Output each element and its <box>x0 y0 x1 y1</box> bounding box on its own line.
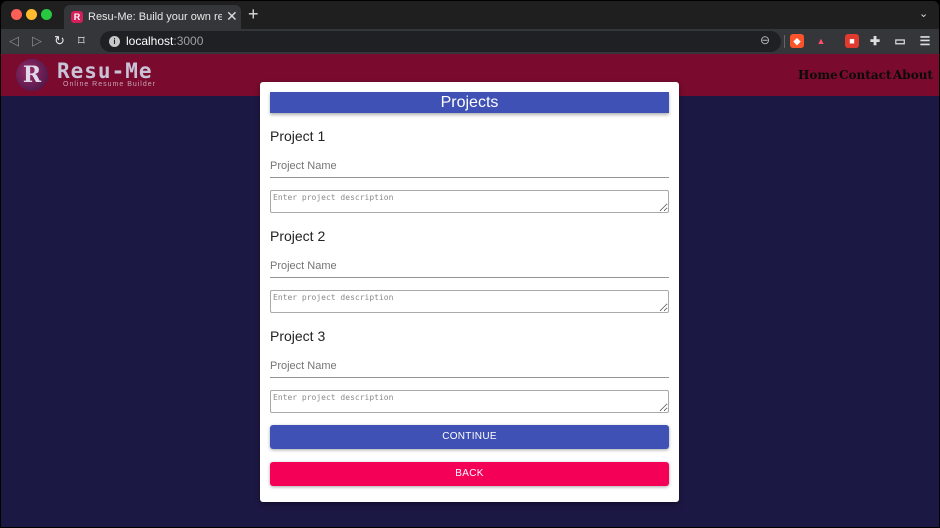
project-2-heading: Project 2 <box>270 228 326 244</box>
projects-form-card: Projects Project 1 Project Name Project … <box>260 82 679 502</box>
tab-search-chevron-icon[interactable]: ⌄ <box>919 7 928 20</box>
brave-shield-icon[interactable]: ◆ <box>790 34 804 48</box>
tab-title: Resu-Me: Build your own resume <box>88 11 222 23</box>
nav-contact-link[interactable]: Contact <box>839 68 891 82</box>
close-tab-icon[interactable]: ✕ <box>226 8 238 24</box>
project-1-description-input[interactable] <box>270 190 669 213</box>
brave-rewards-icon[interactable]: ▲ <box>814 34 828 48</box>
project-1-name-input[interactable]: Project Name <box>270 160 669 178</box>
nav-about-link[interactable]: About <box>893 68 933 82</box>
wallet-icon[interactable]: ▭ <box>893 34 907 48</box>
maximize-window-button[interactable] <box>41 9 52 20</box>
back-button[interactable]: BACK <box>270 462 669 486</box>
project-3-name-placeholder: Project Name <box>270 360 337 372</box>
browser-tab[interactable]: R Resu-Me: Build your own resume ✕ <box>64 5 241 29</box>
nav-home-link[interactable]: Home <box>798 68 838 82</box>
browser-toolbar: ◁ ▷ ↻ ⌑ i localhost:3000 ⊖ ◆ ▲ ■ ✚ ▭ ☰ <box>1 29 939 54</box>
url-text: localhost:3000 <box>126 34 204 48</box>
project-1-heading: Project 1 <box>270 128 326 144</box>
form-title: Projects <box>270 92 669 113</box>
toolbar-divider <box>784 35 785 48</box>
back-icon[interactable]: ◁ <box>9 33 19 49</box>
project-3-heading: Project 3 <box>270 328 326 344</box>
project-2-name-placeholder: Project Name <box>270 260 337 272</box>
menu-icon[interactable]: ☰ <box>918 34 932 48</box>
favicon-icon: R <box>71 11 83 23</box>
project-2-name-input[interactable]: Project Name <box>270 260 669 278</box>
minimize-window-button[interactable] <box>26 9 37 20</box>
logo-title[interactable]: Resu-Me <box>57 59 153 83</box>
logo-icon[interactable]: R <box>16 59 48 91</box>
browser-window: R Resu-Me: Build your own resume ✕ + ⌄ ◁… <box>1 1 939 527</box>
tab-strip: R Resu-Me: Build your own resume ✕ + ⌄ <box>1 1 939 29</box>
project-3-name-input[interactable]: Project Name <box>270 360 669 378</box>
reload-icon[interactable]: ↻ <box>54 33 65 49</box>
zoom-icon[interactable]: ⊖ <box>760 33 770 47</box>
project-2-description-input[interactable] <box>270 290 669 313</box>
project-3-description-input[interactable] <box>270 390 669 413</box>
forward-icon[interactable]: ▷ <box>32 33 42 49</box>
logo-subtitle: Online Resume Builder <box>63 81 156 88</box>
continue-button[interactable]: CONTINUE <box>270 425 669 449</box>
close-window-button[interactable] <box>11 9 22 20</box>
address-bar[interactable]: i localhost:3000 ⊖ <box>100 31 781 52</box>
new-tab-button[interactable]: + <box>248 4 259 24</box>
site-info-icon[interactable]: i <box>109 36 120 47</box>
project-1-name-placeholder: Project Name <box>270 160 337 172</box>
extension-red-icon[interactable]: ■ <box>845 34 859 48</box>
bookmark-icon[interactable]: ⌑ <box>78 33 85 49</box>
puzzle-extensions-icon[interactable]: ✚ <box>868 34 882 48</box>
